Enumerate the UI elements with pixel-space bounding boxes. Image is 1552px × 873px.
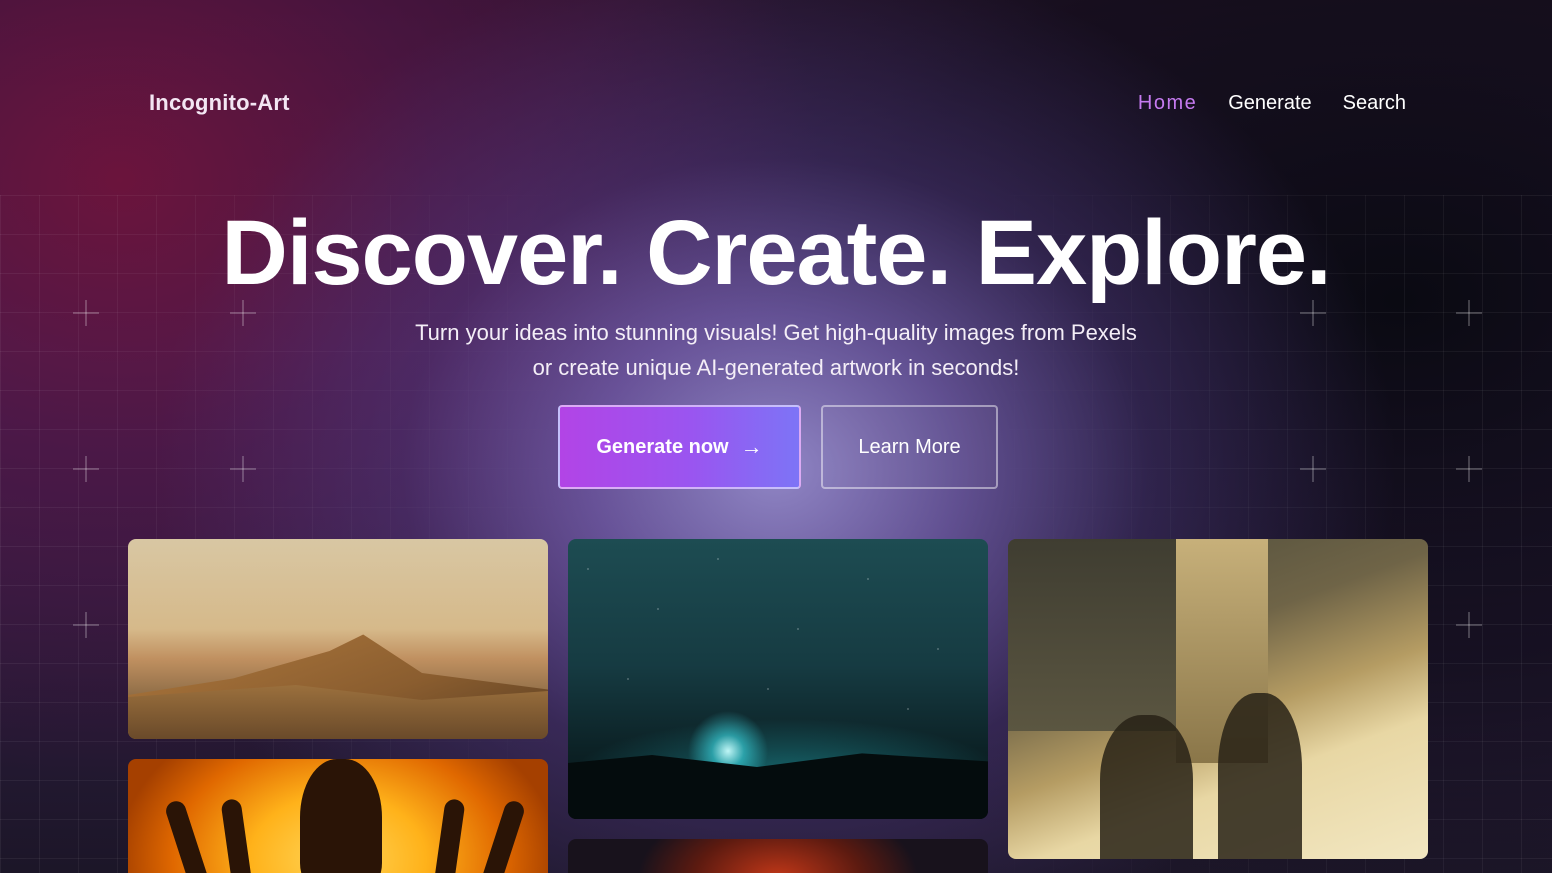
hero-subtitle: Turn your ideas into stunning visuals! G…: [0, 315, 1552, 385]
shadow-shape: [1218, 692, 1302, 859]
gallery-image-desert[interactable]: [128, 539, 548, 739]
plus-decoration-icon: [73, 612, 99, 638]
plus-decoration-icon: [73, 456, 99, 482]
nav-links: Home Generate Search: [1138, 92, 1406, 115]
learn-more-label: Learn More: [858, 435, 961, 458]
nav-item-search[interactable]: Search: [1343, 92, 1406, 115]
hero-subtitle-line-2: or create unique AI-generated artwork in…: [532, 355, 1020, 380]
gallery-image-red-sphere[interactable]: [568, 839, 988, 873]
hero-subtitle-line-1: Turn your ideas into stunning visuals! G…: [415, 320, 1137, 345]
plus-decoration-icon: [1456, 612, 1482, 638]
generate-now-label: Generate now: [596, 435, 729, 458]
hand-shape: [163, 798, 217, 873]
arrow-right-icon: →: [740, 434, 763, 459]
head-shape: [300, 759, 382, 873]
gallery-image-shadows[interactable]: [1008, 539, 1428, 859]
gallery-image-night-sky[interactable]: [568, 539, 988, 819]
shadow-shape: [1100, 715, 1193, 859]
learn-more-button[interactable]: Learn More: [821, 405, 998, 489]
hand-shape: [430, 798, 466, 873]
wall-shape: [1008, 539, 1176, 731]
nav-item-generate[interactable]: Generate: [1228, 92, 1311, 115]
generate-now-button[interactable]: Generate now →: [558, 405, 801, 489]
top-navigation: Incognito-Art Home Generate Search: [0, 0, 1552, 210]
brand-logo[interactable]: Incognito-Art: [149, 90, 290, 116]
plus-decoration-icon: [1456, 456, 1482, 482]
gallery-image-silhouette[interactable]: [128, 759, 548, 873]
hand-shape: [220, 798, 256, 873]
hand-shape: [473, 798, 527, 873]
plus-decoration-icon: [230, 456, 256, 482]
nav-item-home[interactable]: Home: [1138, 92, 1197, 115]
plus-decoration-icon: [1300, 456, 1326, 482]
hero-title: Discover. Create. Explore.: [221, 202, 1331, 304]
page: Incognito-Art Home Generate Search Disco…: [0, 0, 1552, 873]
